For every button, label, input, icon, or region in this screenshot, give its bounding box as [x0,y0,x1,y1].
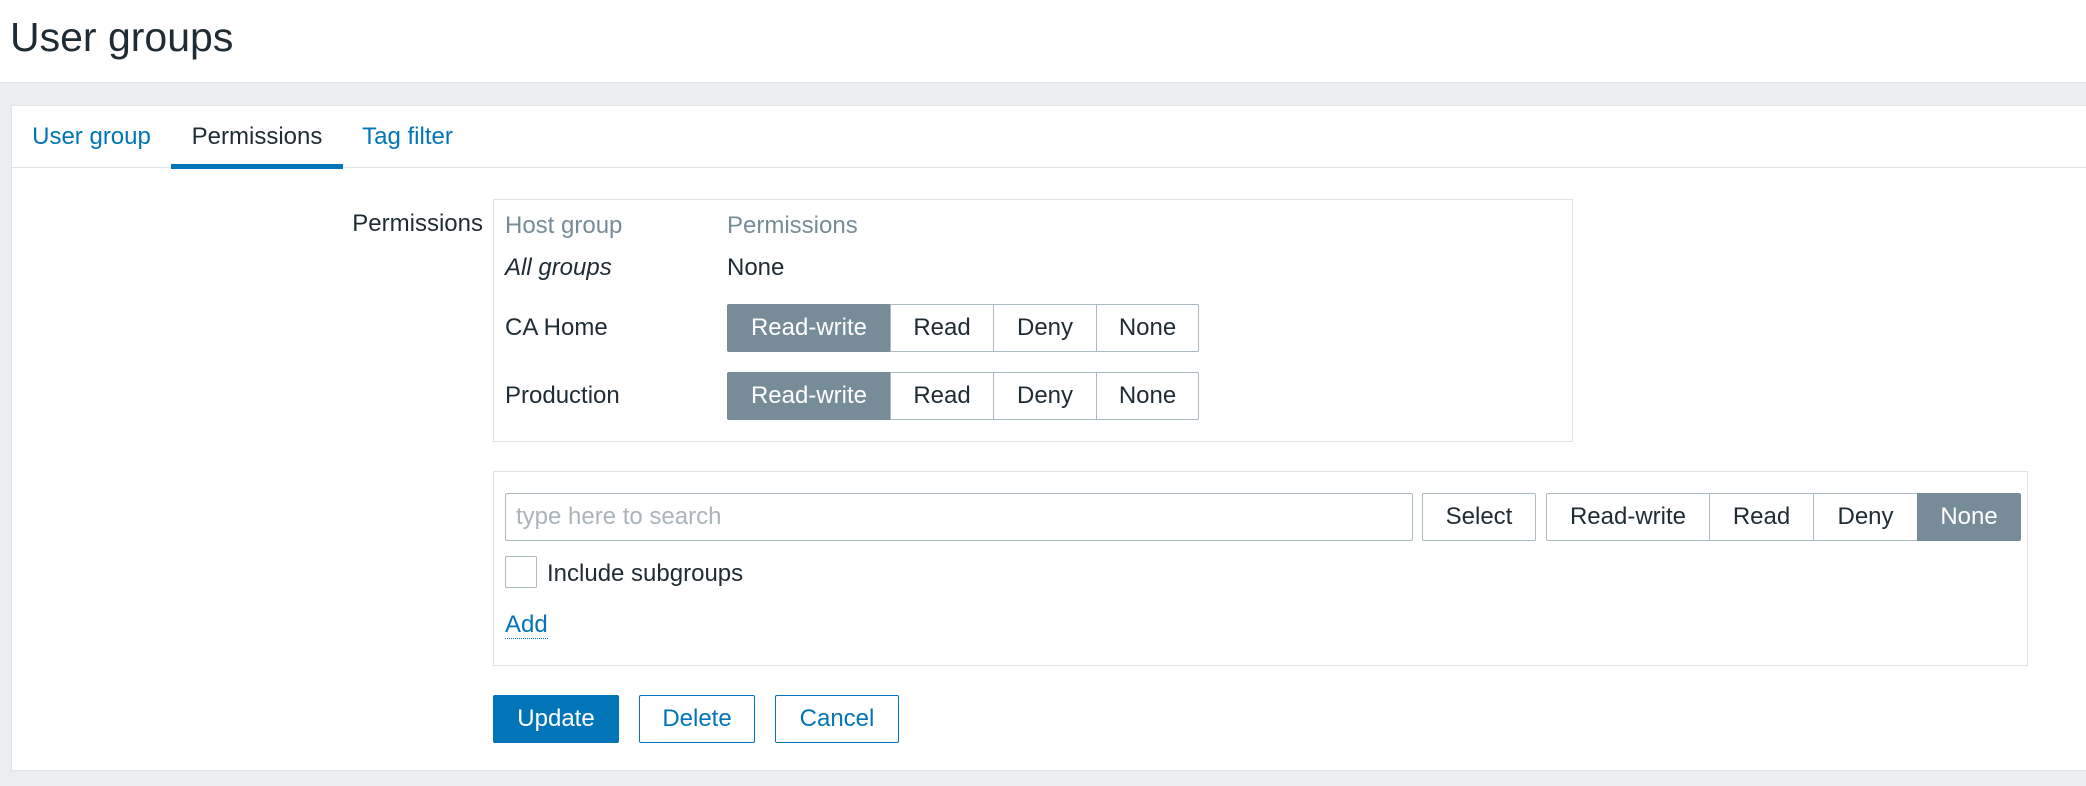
permissions-table: Host group Permissions All groups None C… [493,199,1573,442]
permission-option-none[interactable]: None [1096,372,1199,420]
tab-bar: User group Permissions Tag filter [12,106,2086,169]
permission-option-read-write[interactable]: Read-write [727,372,891,420]
permissions-header: Permissions [727,212,858,239]
permission-option-none[interactable]: None [1096,304,1199,352]
add-link[interactable]: Add [505,612,548,639]
all-groups-value: None [727,254,785,281]
host-group-search-input[interactable] [505,493,1413,541]
form-panel: User group Permissions Tag filter Permis… [11,105,2086,771]
host-group-row-name: Production [505,382,620,409]
host-group-header: Host group [505,212,623,239]
permission-segmented-control: Read-write Read Deny None [727,304,1199,352]
delete-button[interactable]: Delete [639,695,755,743]
tab-permissions[interactable]: Permissions [171,106,343,169]
new-permission-option-none[interactable]: None [1917,493,2021,541]
host-group-row-name: CA Home [505,314,608,341]
tab-tag-filter[interactable]: Tag filter [343,106,472,168]
page-header: User groups [0,0,2086,83]
permission-segmented-control: Read-write Read Deny None [727,372,1199,420]
include-subgroups-label[interactable]: Include subgroups [547,560,743,588]
permission-option-deny[interactable]: Deny [993,372,1097,420]
include-subgroups-checkbox[interactable] [505,556,537,588]
cancel-button[interactable]: Cancel [775,695,899,743]
add-permission-box: Select Read-write Read Deny None Include… [493,471,2028,666]
permissions-label: Permissions [352,210,483,237]
select-button[interactable]: Select [1422,493,1536,541]
permission-option-read[interactable]: Read [890,304,994,352]
update-button[interactable]: Update [493,695,619,743]
tab-user-group[interactable]: User group [12,106,171,168]
permission-option-read-write[interactable]: Read-write [727,304,891,352]
permission-option-read[interactable]: Read [890,372,994,420]
new-permission-segmented-control: Read-write Read Deny None [1546,493,2021,541]
new-permission-option-read-write[interactable]: Read-write [1546,493,1710,541]
new-permission-option-read[interactable]: Read [1709,493,1814,541]
permission-option-deny[interactable]: Deny [993,304,1097,352]
page-title: User groups [10,14,234,60]
all-groups-name: All groups [505,254,612,281]
new-permission-option-deny[interactable]: Deny [1813,493,1918,541]
